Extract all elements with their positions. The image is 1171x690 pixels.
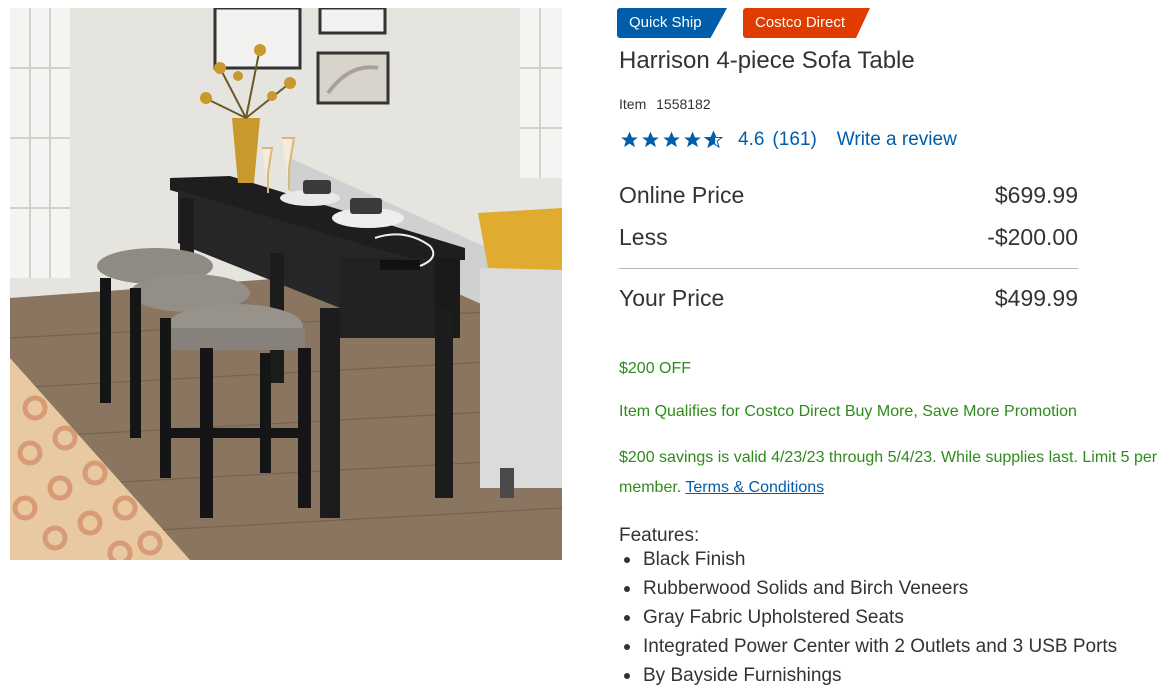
list-item: Integrated Power Center with 2 Outlets a… (619, 635, 1117, 664)
less-row: Less -$200.00 (619, 224, 1078, 251)
star-icon (642, 131, 659, 148)
list-item: Black Finish (619, 548, 1117, 577)
terms-conditions-link[interactable]: Terms & Conditions (685, 479, 824, 496)
feature-text: By Bayside Furnishings (643, 665, 842, 686)
promo-valid: $200 savings is valid 4/23/23 through 5/… (619, 443, 1171, 503)
item-label: Item (619, 96, 647, 112)
item-number-value: 1558182 (656, 96, 711, 112)
features-label: Features: (619, 525, 700, 546)
star-half-icon (703, 130, 724, 149)
feature-text: Gray Fabric Upholstered Seats (643, 607, 904, 628)
your-price-label: Your Price (619, 285, 725, 311)
promo-qualifies: Item Qualifies for Costco Direct Buy Mor… (619, 403, 1077, 420)
your-price-row: Your Price $499.99 (619, 285, 1078, 312)
costco-direct-badge: Costco Direct (743, 8, 870, 38)
bullet-icon (624, 557, 630, 563)
item-number: Item 1558182 (619, 96, 711, 112)
price-divider (619, 268, 1078, 269)
promo-off: $200 OFF (619, 360, 692, 377)
online-price-row: Online Price $699.99 (619, 182, 1078, 209)
features-list: Black Finish Rubberwood Solids and Birch… (619, 548, 1117, 690)
less-label: Less (619, 224, 668, 250)
rating-count[interactable]: (161) (772, 129, 816, 151)
star-icon (684, 131, 701, 148)
bullet-icon (624, 644, 630, 650)
your-price-value: $499.99 (994, 285, 1078, 311)
feature-text: Black Finish (643, 549, 746, 570)
rating-row: 4.6 (161) Write a review (619, 128, 957, 152)
star-icon (621, 131, 638, 148)
list-item: Rubberwood Solids and Birch Veneers (619, 577, 1117, 606)
sofa-table-photo-icon (10, 8, 562, 560)
list-item: By Bayside Furnishings (619, 664, 1117, 690)
rating-value[interactable]: 4.6 (738, 129, 764, 151)
feature-text: Integrated Power Center with 2 Outlets a… (643, 636, 1118, 657)
product-title: Harrison 4-piece Sofa Table (619, 47, 915, 74)
bullet-icon (624, 673, 630, 679)
star-icon (663, 131, 680, 148)
quick-ship-badge: Quick Ship (617, 8, 727, 38)
write-review-link[interactable]: Write a review (837, 129, 957, 151)
online-price-value: $699.99 (994, 182, 1078, 208)
list-item: Gray Fabric Upholstered Seats (619, 606, 1117, 635)
feature-text: Rubberwood Solids and Birch Veneers (643, 578, 969, 599)
bullet-icon (624, 586, 630, 592)
online-price-label: Online Price (619, 182, 745, 208)
product-image[interactable] (10, 8, 562, 560)
star-rating[interactable] (619, 130, 724, 150)
bullet-icon (624, 615, 630, 621)
less-value: -$200.00 (987, 224, 1078, 250)
